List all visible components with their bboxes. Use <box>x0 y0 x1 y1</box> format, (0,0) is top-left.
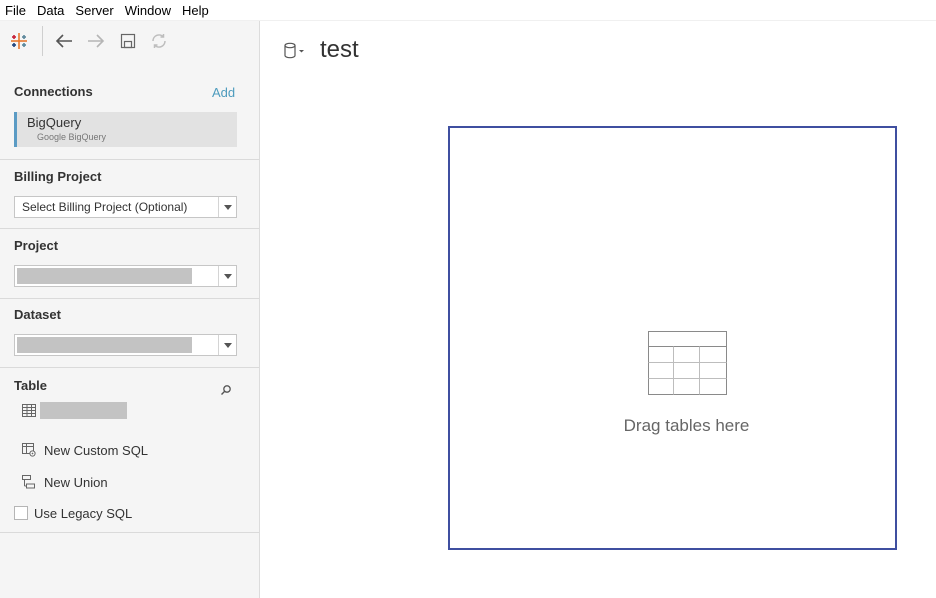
menu-bar: File Data Server Window Help <box>0 0 936 21</box>
save-icon[interactable] <box>116 29 140 53</box>
chevron-down-icon[interactable] <box>218 197 236 217</box>
add-connection-link[interactable]: Add <box>212 85 235 100</box>
toolbar <box>0 21 259 61</box>
search-icon[interactable] <box>220 381 232 400</box>
menu-help[interactable]: Help <box>177 0 215 21</box>
project-heading: Project <box>14 238 59 253</box>
new-union-label: New Union <box>44 474 108 490</box>
section-divider <box>0 532 259 533</box>
billing-project-value: Select Billing Project (Optional) <box>22 200 188 214</box>
new-custom-sql-label: New Custom SQL <box>44 442 149 458</box>
tableau-logo-icon[interactable] <box>7 29 31 53</box>
chevron-down-icon[interactable] <box>218 335 236 355</box>
forward-arrow-icon[interactable] <box>84 29 108 53</box>
section-divider <box>0 159 259 160</box>
section-divider <box>0 298 259 299</box>
menu-server[interactable]: Server <box>70 0 119 21</box>
dataset-select[interactable] <box>14 334 237 356</box>
table-heading: Table <box>14 378 47 393</box>
connection-type: Google BigQuery <box>37 132 107 142</box>
redacted-table-name <box>40 402 127 419</box>
custom-sql-icon <box>22 443 36 457</box>
chevron-down-icon[interactable] <box>218 266 236 286</box>
use-legacy-sql-label: Use Legacy SQL <box>34 505 133 521</box>
dataset-heading: Dataset <box>14 307 61 322</box>
table-icon <box>22 404 36 417</box>
section-divider <box>0 228 259 229</box>
redacted-value <box>17 268 192 284</box>
table-list-item[interactable] <box>22 402 242 420</box>
project-select[interactable] <box>14 265 237 287</box>
new-custom-sql-item[interactable]: New Custom SQL <box>22 441 148 459</box>
section-divider <box>0 367 259 368</box>
billing-project-heading: Billing Project <box>14 169 102 184</box>
toolbar-separator <box>42 26 43 56</box>
billing-project-select[interactable]: Select Billing Project (Optional) <box>14 196 237 218</box>
refresh-icon[interactable] <box>147 29 171 53</box>
menu-file[interactable]: File <box>0 0 32 21</box>
redacted-value <box>17 337 192 353</box>
menu-data[interactable]: Data <box>32 0 70 21</box>
union-icon <box>22 475 35 489</box>
datasource-icon[interactable] <box>283 42 307 64</box>
menu-window[interactable]: Window <box>120 0 177 21</box>
new-union-item[interactable]: New Union <box>22 473 108 491</box>
data-pane: Connections Add BigQuery Google BigQuery… <box>0 21 260 598</box>
table-grid-icon <box>648 331 727 395</box>
use-legacy-sql-option[interactable]: Use Legacy SQL <box>14 505 132 521</box>
connection-item-bigquery[interactable]: BigQuery Google BigQuery <box>14 112 237 147</box>
connection-name: BigQuery <box>27 115 82 130</box>
drop-tables-zone[interactable]: Drag tables here <box>448 126 897 550</box>
back-arrow-icon[interactable] <box>52 29 76 53</box>
drop-zone-label: Drag tables here <box>623 416 750 435</box>
use-legacy-sql-checkbox[interactable] <box>14 506 28 520</box>
connections-heading: Connections <box>14 84 93 99</box>
datasource-title[interactable]: test <box>320 36 359 64</box>
